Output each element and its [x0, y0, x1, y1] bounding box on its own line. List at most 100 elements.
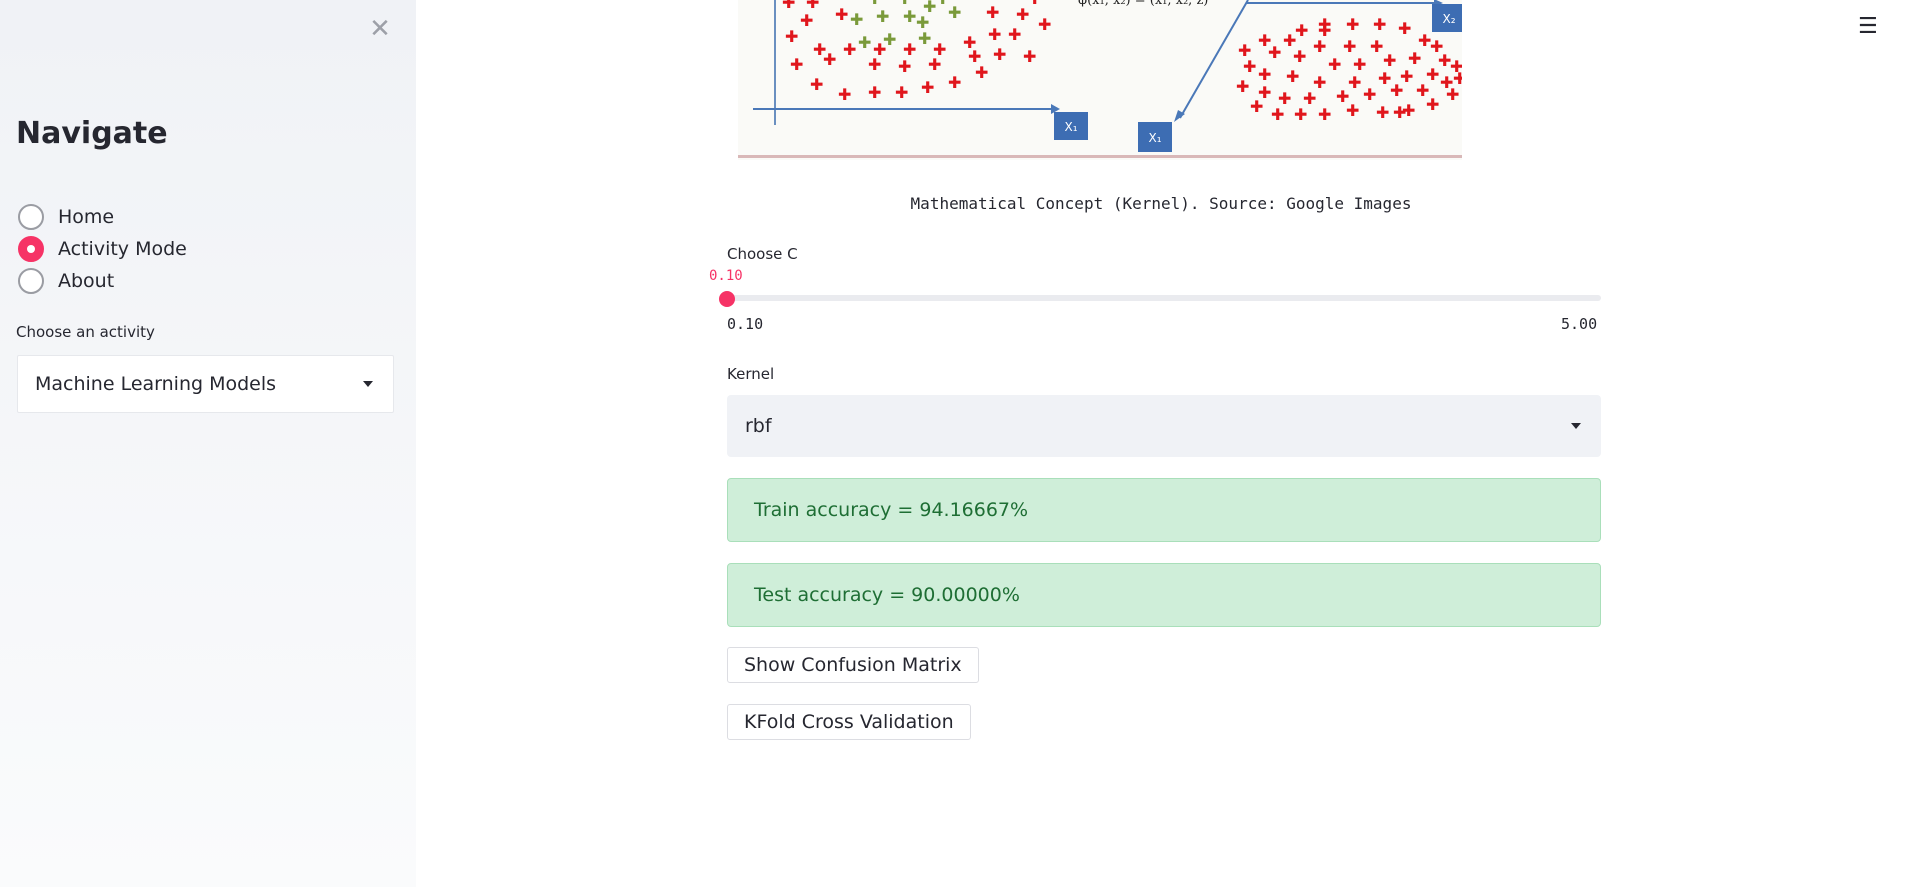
- svg-text:✚: ✚: [1271, 105, 1284, 124]
- navigation-radio-group: Home Activity Mode About: [18, 201, 187, 297]
- svg-text:✚: ✚: [921, 78, 934, 97]
- slider-min-value: 0.10: [727, 315, 764, 333]
- close-sidebar-icon[interactable]: ✕: [368, 14, 392, 44]
- svg-text:✚: ✚: [883, 30, 896, 49]
- svg-text:✚: ✚: [1346, 15, 1359, 34]
- svg-text:✚: ✚: [993, 45, 1006, 64]
- activity-select[interactable]: Machine Learning Models: [17, 355, 394, 413]
- svg-text:✚: ✚: [838, 85, 851, 104]
- svg-text:✚: ✚: [948, 73, 961, 92]
- test-accuracy-text: Test accuracy = 90.00000%: [754, 584, 1020, 606]
- svg-text:✚: ✚: [1023, 47, 1036, 66]
- svg-text:✚: ✚: [903, 7, 916, 26]
- radio-option-activity-mode[interactable]: Activity Mode: [18, 233, 187, 265]
- train-accuracy-alert: Train accuracy = 94.16667%: [727, 478, 1601, 542]
- radio-button[interactable]: [18, 268, 44, 294]
- svg-text:✚: ✚: [843, 40, 856, 59]
- hamburger-menu-icon[interactable]: ☰: [1858, 16, 1880, 38]
- svg-text:✚: ✚: [1390, 81, 1403, 100]
- svg-text:✚: ✚: [1318, 21, 1331, 40]
- radio-button-selected[interactable]: [18, 236, 44, 262]
- radio-label: About: [58, 270, 115, 292]
- svg-text:✚: ✚: [918, 29, 931, 48]
- svg-text:✚: ✚: [1363, 85, 1376, 104]
- svg-text:✚: ✚: [986, 3, 999, 22]
- axis-x1-label-right: X₁: [1148, 131, 1161, 145]
- slider-thumb[interactable]: [719, 291, 735, 307]
- kernel-select-label: Kernel: [727, 365, 775, 383]
- svg-text:✚: ✚: [1346, 101, 1359, 120]
- svg-text:✚: ✚: [1353, 55, 1366, 74]
- slider-track[interactable]: [727, 295, 1601, 301]
- svg-text:✚: ✚: [1268, 43, 1281, 62]
- svg-text:✚: ✚: [858, 33, 871, 52]
- svg-text:✚: ✚: [1348, 73, 1361, 92]
- svg-text:✚: ✚: [928, 55, 941, 74]
- svg-text:✚: ✚: [1370, 37, 1383, 56]
- svg-text:✚: ✚: [1293, 47, 1306, 66]
- svg-text:✚: ✚: [988, 25, 1001, 44]
- svg-text:✚: ✚: [1373, 15, 1386, 34]
- svg-text:✚: ✚: [810, 75, 823, 94]
- svg-text:✚: ✚: [868, 55, 881, 74]
- activity-select-label: Choose an activity: [16, 323, 155, 341]
- svg-text:✚: ✚: [948, 3, 961, 22]
- svg-text:✚: ✚: [898, 57, 911, 76]
- axis-x2-label: X₂: [1442, 12, 1455, 26]
- kernel-diagram: X₁ ✚ ✚✚✚ ✚✚ ✚ ✚ ✚ ✚ ✚ ✚ ✚✚ ✚ ✚ ✚ ✚ ✚ ✚ ✚ ✚ ✚ ✚ ✚✚ ✚ ✚ ✚ ✚…: [738, 0, 1462, 160]
- svg-text:✚: ✚: [868, 83, 881, 102]
- image-bottom-border: [738, 155, 1462, 158]
- train-accuracy-text: Train accuracy = 94.16667%: [754, 499, 1029, 521]
- svg-text:✚: ✚: [850, 10, 863, 29]
- radio-option-about[interactable]: About: [18, 265, 187, 297]
- kernel-select-value: rbf: [745, 415, 772, 437]
- svg-text:✚: ✚: [936, 0, 949, 8]
- svg-text:✚: ✚: [1286, 67, 1299, 86]
- svg-text:✚: ✚: [1028, 0, 1041, 8]
- svg-text:✚: ✚: [790, 55, 803, 74]
- svg-text:✚: ✚: [1250, 97, 1263, 116]
- svg-text:✚: ✚: [1398, 19, 1411, 38]
- svg-text:✚: ✚: [823, 50, 836, 69]
- image-caption: Mathematical Concept (Kernel). Source: G…: [910, 194, 1412, 213]
- svg-text:✚: ✚: [1294, 105, 1307, 124]
- svg-text:✚: ✚: [1038, 15, 1051, 34]
- svg-text:✚: ✚: [800, 11, 813, 30]
- kernel-concept-image: X₁ ✚ ✚ ✚ ✚ ✚ ✚ ✚ ✚ ✚ ✚ ✚ ✚ ✚ ✚ ✚ ✚ ✚ ✚ ✚ ✚ ✚ ✚ ✚ ✚ ✚ ✚ ✚ ✚ ✚ ✚…: [738, 0, 1462, 160]
- svg-text:✚: ✚: [1446, 85, 1459, 104]
- svg-text:✚: ✚: [1376, 103, 1389, 122]
- svg-text:✚: ✚: [895, 83, 908, 102]
- sidebar: ✕ Navigate Home Activity Mode About Choo…: [0, 0, 416, 887]
- radio-label: Activity Mode: [58, 238, 187, 260]
- svg-text:✚: ✚: [1408, 49, 1421, 68]
- slider-current-value: 0.10: [709, 268, 743, 284]
- slider-max-value: 5.00: [1561, 315, 1598, 333]
- kernel-select[interactable]: rbf: [727, 395, 1601, 457]
- svg-text:✚: ✚: [835, 5, 848, 24]
- axis-x1-label: X₁: [1064, 120, 1077, 134]
- kernel-formula: φ(x₁, x₂) = (x₁, x₂, z): [1078, 0, 1208, 8]
- svg-text:✚: ✚: [1243, 57, 1256, 76]
- svg-text:✚: ✚: [1295, 21, 1308, 40]
- sidebar-title: Navigate: [16, 116, 168, 151]
- svg-text:✚: ✚: [975, 63, 988, 82]
- svg-text:✚: ✚: [1343, 37, 1356, 56]
- show-confusion-matrix-button[interactable]: Show Confusion Matrix: [727, 647, 979, 683]
- svg-text:✚: ✚: [1383, 51, 1396, 70]
- svg-text:✚: ✚: [1258, 65, 1271, 84]
- activity-select-value: Machine Learning Models: [35, 373, 277, 395]
- slider-label: Choose C: [727, 245, 798, 263]
- svg-text:✚: ✚: [782, 0, 795, 12]
- svg-text:✚: ✚: [1236, 77, 1249, 96]
- svg-text:✚: ✚: [1426, 95, 1439, 114]
- svg-text:✚: ✚: [785, 27, 798, 46]
- kfold-cross-validation-button[interactable]: KFold Cross Validation: [727, 704, 971, 740]
- svg-text:✚: ✚: [1008, 25, 1021, 44]
- test-accuracy-alert: Test accuracy = 90.00000%: [727, 563, 1601, 627]
- chevron-down-icon: [1571, 423, 1581, 429]
- chevron-down-icon: [363, 381, 373, 387]
- svg-text:✚: ✚: [1328, 55, 1341, 74]
- svg-text:✚: ✚: [1393, 103, 1406, 122]
- svg-text:✚: ✚: [1318, 105, 1331, 124]
- svg-text:✚: ✚: [876, 7, 889, 26]
